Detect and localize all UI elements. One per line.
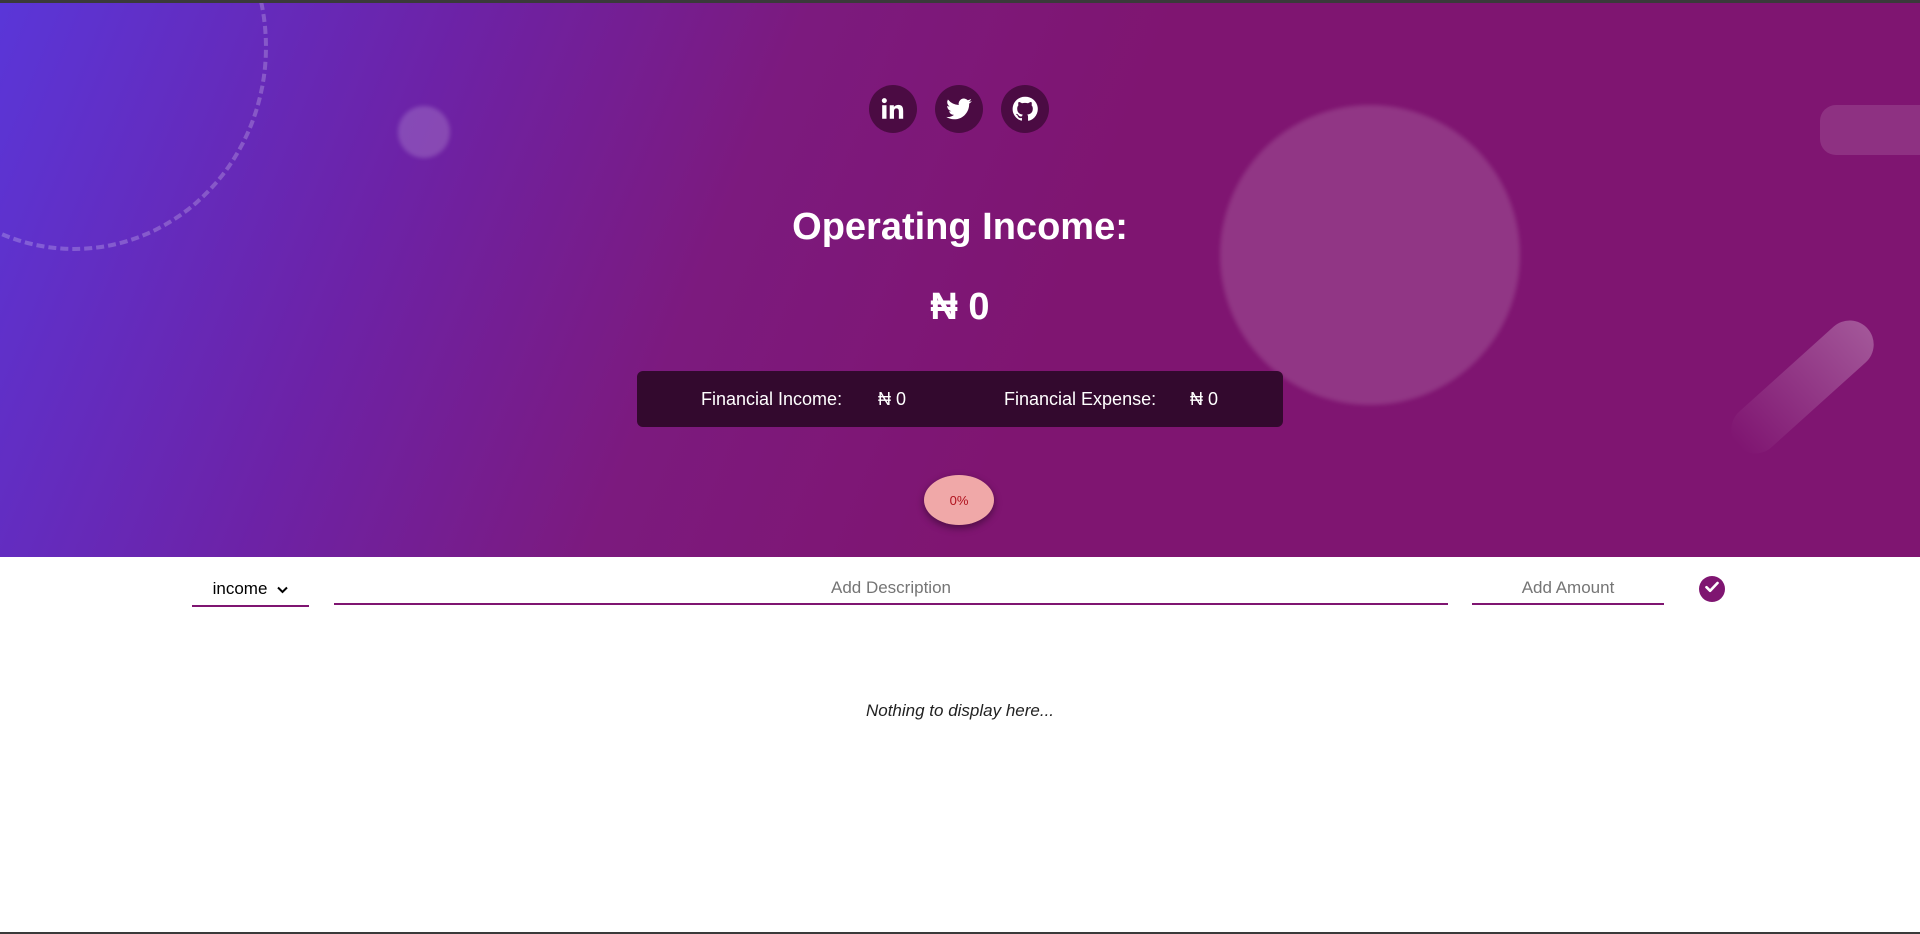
linkedin-icon (880, 96, 906, 122)
empty-list-message: Nothing to display here... (865, 701, 1055, 720)
github-link[interactable] (1001, 85, 1049, 133)
operating-income-value: ₦ 0 (930, 286, 990, 328)
submit-button[interactable] (1699, 576, 1725, 602)
financial-income-value: ₦ 0 (878, 389, 907, 409)
amount-input[interactable] (1472, 573, 1664, 605)
chevron-down-icon (277, 579, 289, 599)
financial-summary-panel: Financial Income: ₦ 0 Financial Expense:… (637, 371, 1283, 427)
financial-income-label: Financial Income: (701, 389, 843, 409)
expense-percentage-badge: 0% (924, 475, 994, 525)
decorative-small-circle (398, 106, 450, 158)
decorative-large-circle (1220, 105, 1520, 405)
financial-expense-value: ₦ 0 (1190, 389, 1219, 409)
twitter-link[interactable] (935, 85, 983, 133)
operating-income-title: Operating Income: (792, 206, 1128, 248)
linkedin-link[interactable] (869, 85, 917, 133)
window-top-border (0, 0, 1920, 3)
hero-banner: Operating Income: ₦ 0 Financial Income: … (0, 3, 1920, 557)
decorative-diagonal-bar (1721, 310, 1884, 464)
add-entry-form: income (0, 557, 1920, 627)
type-select-value: income (212, 579, 268, 598)
type-select[interactable]: income (192, 573, 309, 607)
social-links (869, 85, 1049, 133)
description-input[interactable] (334, 573, 1448, 605)
twitter-icon (945, 95, 973, 123)
github-icon (1011, 95, 1039, 123)
check-icon (1705, 580, 1719, 598)
financial-expense-label: Financial Expense: (1004, 389, 1157, 409)
decorative-pill (1820, 105, 1920, 155)
